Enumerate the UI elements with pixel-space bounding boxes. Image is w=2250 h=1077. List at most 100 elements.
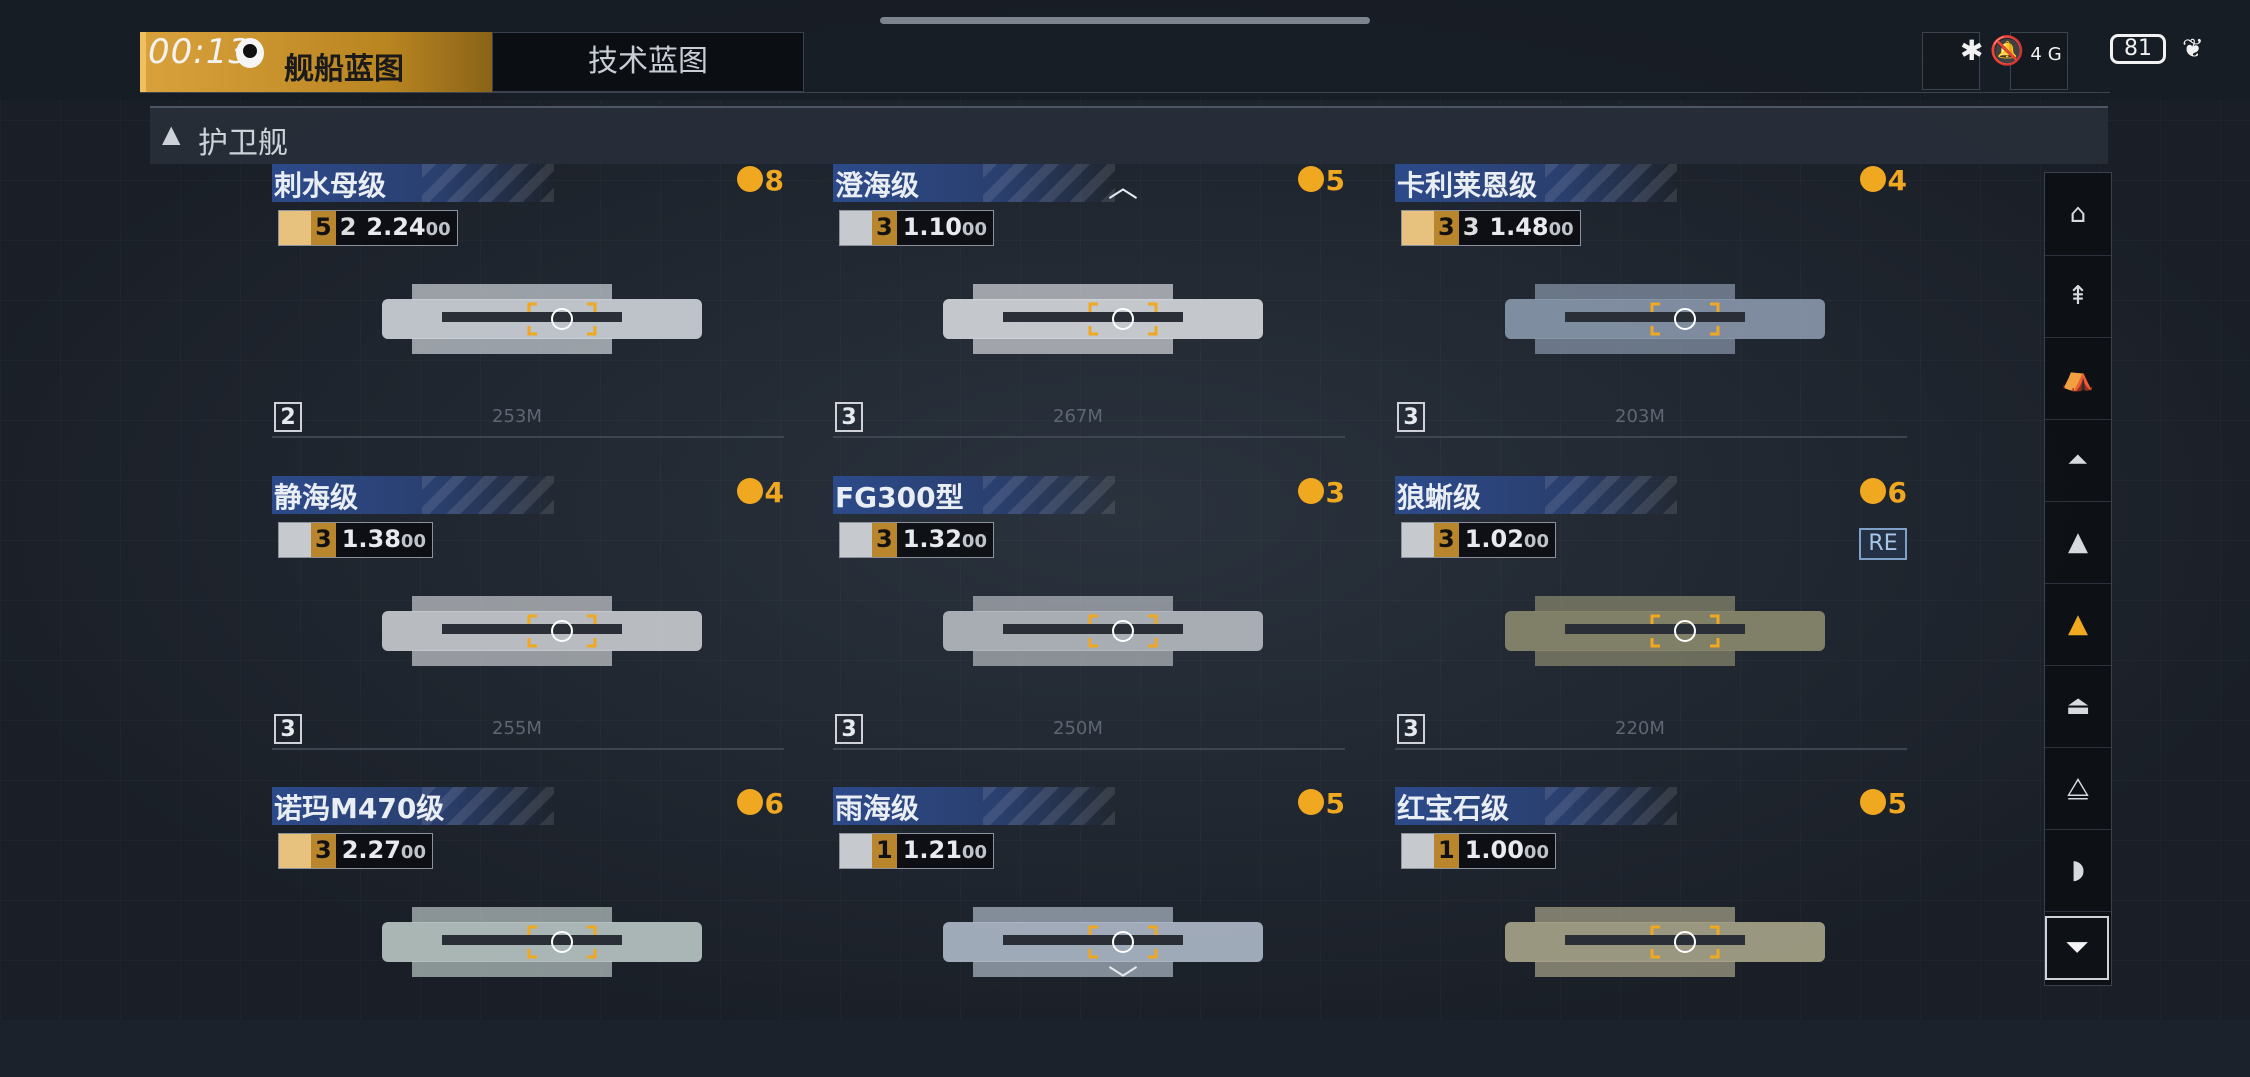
ship-value-main: 1.32	[902, 525, 962, 553]
rank-icon	[1859, 789, 1886, 815]
scroll-down-chevron-icon[interactable]: ﹀	[1108, 956, 1138, 1000]
cruiser-class-icon[interactable]: ⛺	[2045, 337, 2111, 420]
ship-rank: 5	[1297, 787, 1345, 820]
ship-count: 3	[1434, 211, 1459, 245]
ship-image	[943, 596, 1263, 666]
ship-name: 静海级	[274, 481, 359, 514]
ship-card[interactable]: 澄海级 5 3 1.1000 3 267M	[833, 164, 1345, 454]
ship-value-main: 1.10	[902, 213, 962, 241]
ship-card[interactable]: 红宝石级 5 1 1.0000	[1395, 787, 1907, 1077]
fighter-class-icon[interactable]: ⧋	[2045, 747, 2111, 830]
ship-value: 1.3800	[336, 523, 432, 557]
ship-type-icon	[279, 834, 311, 868]
blueprint-baseline	[833, 748, 1345, 750]
ship-value-main: 1.38	[341, 525, 401, 553]
ship-count: 1	[872, 834, 897, 868]
qq-notification-icon	[236, 38, 264, 68]
home-indicator	[880, 17, 1370, 24]
ship-type-icon	[840, 523, 872, 557]
ship-name: 刺水母级	[274, 169, 387, 202]
support-class-icon[interactable]: ◗	[2045, 829, 2111, 912]
ship-length: 203M	[1615, 406, 1665, 427]
aircraft-class-icon[interactable]: ⏏	[2045, 665, 2111, 748]
ship-value-suffix: 00	[1523, 531, 1549, 552]
ship-image	[943, 907, 1263, 977]
ship-image	[382, 907, 702, 977]
ship-name: 澄海级	[835, 169, 920, 202]
ship-card[interactable]: 卡利莱恩级 4 3 3 1.4800 3 203M	[1395, 164, 1907, 454]
ship-rank: 4	[736, 476, 784, 509]
ship-value-suffix: 00	[961, 531, 987, 552]
rank-icon	[1297, 478, 1324, 504]
ship-value-main: 2.27	[341, 836, 401, 864]
ship-type-icon	[1402, 834, 1434, 868]
ship-count-2: 3	[1462, 213, 1480, 241]
ship-count: 3	[872, 211, 897, 245]
ship-rank: 3	[1297, 476, 1345, 509]
ship-type-icon	[279, 523, 311, 557]
tier-badge: 2	[274, 402, 302, 432]
ship-value-main: 2.24	[366, 213, 426, 241]
ship-name: 雨海级	[835, 792, 920, 825]
ship-length: 267M	[1053, 406, 1103, 427]
ship-image	[382, 284, 702, 354]
ship-card[interactable]: 静海级 4 3 1.3800 3 255M	[272, 476, 784, 766]
destroyer-class-icon[interactable]: ⏶	[2045, 419, 2111, 502]
rank-value: 4	[764, 476, 784, 509]
corvette-class-icon[interactable]: ▲	[2045, 583, 2111, 666]
filter-icon: ⏷	[2065, 930, 2089, 965]
ship-card[interactable]: 诺玛M470级 6 3 2.2700	[272, 787, 784, 1077]
frigate-class-icon[interactable]: ▲	[2045, 501, 2111, 584]
section-header-frigate[interactable]: ▲ 护卫舰	[150, 106, 2108, 164]
ship-image	[1505, 596, 1825, 666]
rank-value: 3	[1325, 476, 1345, 509]
status-icons: ✱🔕4G	[1960, 34, 2068, 67]
ship-value-suffix: 00	[1523, 842, 1549, 863]
re-badge: RE	[1859, 528, 1907, 560]
ship-count: 3	[872, 523, 897, 557]
ship-rank: 4	[1859, 164, 1907, 197]
ship-card[interactable]: FG300型 3 3 1.3200 3 250M	[833, 476, 1345, 766]
ship-value-suffix: 00	[400, 531, 426, 552]
ship-value: 1.1000	[897, 211, 993, 245]
mute-icon: 🔕	[1989, 34, 2031, 67]
ship-stats: 5 2 2.2400	[278, 210, 458, 246]
ship-value-main: 1.02	[1464, 525, 1524, 553]
ship-value-main: 1.48	[1489, 213, 1549, 241]
ship-name: 红宝石级	[1397, 792, 1510, 825]
battlecruiser-class-icon[interactable]: ⇞	[2045, 255, 2111, 338]
ship-length: 253M	[492, 406, 542, 427]
ship-value-main: 1.00	[1464, 836, 1524, 864]
carrier-class-icon[interactable]: ⌂	[2045, 173, 2111, 256]
ship-stats: 3 1.0200	[1401, 522, 1556, 558]
tab-tech-blueprint[interactable]: 技术蓝图	[492, 32, 804, 92]
rank-icon	[1297, 166, 1324, 192]
ship-stats: 1 1.0000	[1401, 833, 1556, 869]
rank-value: 5	[1325, 164, 1345, 197]
rank-icon	[736, 478, 763, 504]
ship-length: 220M	[1615, 718, 1665, 739]
filter-button[interactable]: ⏷	[2045, 916, 2109, 980]
tier-badge: 3	[835, 714, 863, 744]
ship-name: FG300型	[835, 481, 964, 514]
ship-rank: 8	[736, 164, 784, 197]
tier-badge: 3	[1397, 402, 1425, 432]
network-label: 4G	[2030, 44, 2068, 65]
ship-type-icon	[1402, 211, 1434, 245]
ship-image	[943, 284, 1263, 354]
ship-count: 3	[1434, 523, 1459, 557]
ship-count: 1	[1434, 834, 1459, 868]
tier-badge: 3	[835, 402, 863, 432]
ship-card[interactable]: 狼蜥级 6 3 1.0200 RE 3 220M	[1395, 476, 1907, 766]
rank-value: 6	[1887, 476, 1907, 509]
ship-card[interactable]: 雨海级 5 1 1.2100	[833, 787, 1345, 1077]
rank-icon	[1859, 166, 1886, 192]
rank-value: 6	[764, 787, 784, 820]
ship-count-2: 2	[339, 213, 357, 241]
ship-value: 1.0200	[1459, 523, 1555, 557]
ship-card[interactable]: 刺水母级 8 5 2 2.2400 2 253M	[272, 164, 784, 454]
ship-value-suffix: 00	[961, 842, 987, 863]
ship-value-suffix: 00	[961, 219, 987, 240]
ship-rank: 6	[1859, 476, 1907, 509]
blueprint-baseline	[833, 436, 1345, 438]
